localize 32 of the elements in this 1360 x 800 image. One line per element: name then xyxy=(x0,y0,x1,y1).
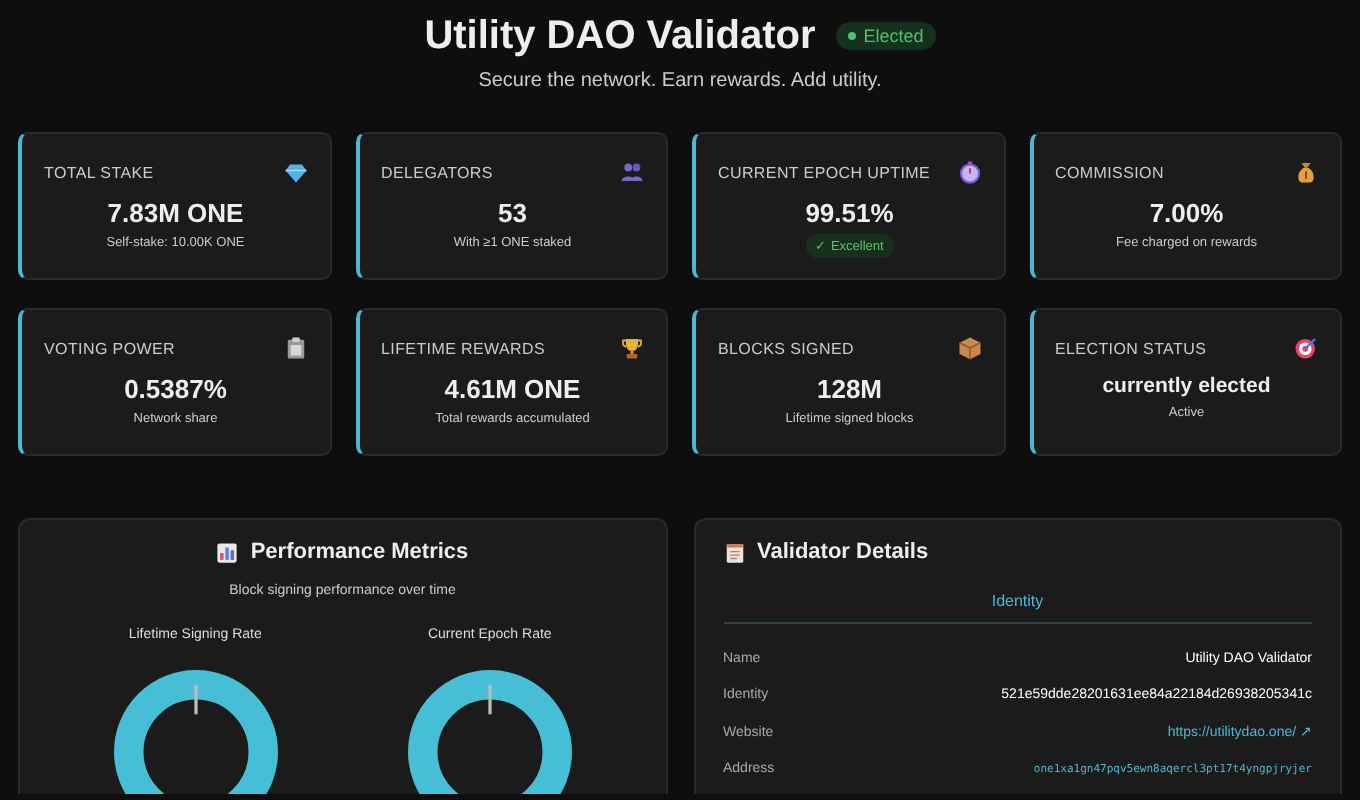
page-title: Utility DAO Validator xyxy=(424,12,816,62)
panel-title: Performance Metrics xyxy=(250,540,469,564)
page-subtitle: Secure the network. Earn rewards. Add utility. xyxy=(476,70,884,92)
gem-icon xyxy=(283,160,307,184)
stat-label: VOTING POWER xyxy=(44,339,176,357)
stat-label: COMMISSION xyxy=(1055,163,1164,181)
stat-value: 99.51% xyxy=(805,198,894,228)
stat-value: 7.00% xyxy=(1149,198,1224,228)
stat-value: 128M xyxy=(816,374,883,404)
stat-value: currently elected xyxy=(1102,374,1271,398)
stat-value: 0.5387% xyxy=(124,374,227,404)
stat-label: ELECTION STATUS xyxy=(1055,339,1207,357)
stat-label: DELEGATORS xyxy=(381,163,493,181)
stat-value: 53 xyxy=(498,198,527,228)
identity-tab[interactable]: Identity xyxy=(971,580,1064,622)
notepad-icon xyxy=(723,541,745,563)
stat-value: 4.61M ONE xyxy=(444,374,581,404)
stat-label: CURRENT EPOCH UPTIME xyxy=(718,163,931,181)
box-icon xyxy=(957,336,981,360)
stat-label: TOTAL STAKE xyxy=(44,163,154,181)
money-bag-icon xyxy=(1294,160,1318,184)
panel-title: Validator Details xyxy=(757,540,929,564)
clipboard-icon xyxy=(283,336,307,360)
stopwatch-icon xyxy=(957,160,981,184)
trophy-icon xyxy=(620,336,644,360)
stat-label: BLOCKS SIGNED xyxy=(718,339,854,357)
status-badge: Elected xyxy=(835,22,936,50)
stat-label: LIFETIME REWARDS xyxy=(381,339,546,357)
bar-chart-icon xyxy=(216,541,239,563)
target-icon xyxy=(1294,336,1318,360)
stat-value: 7.83M ONE xyxy=(107,198,244,228)
people-icon xyxy=(620,160,644,184)
